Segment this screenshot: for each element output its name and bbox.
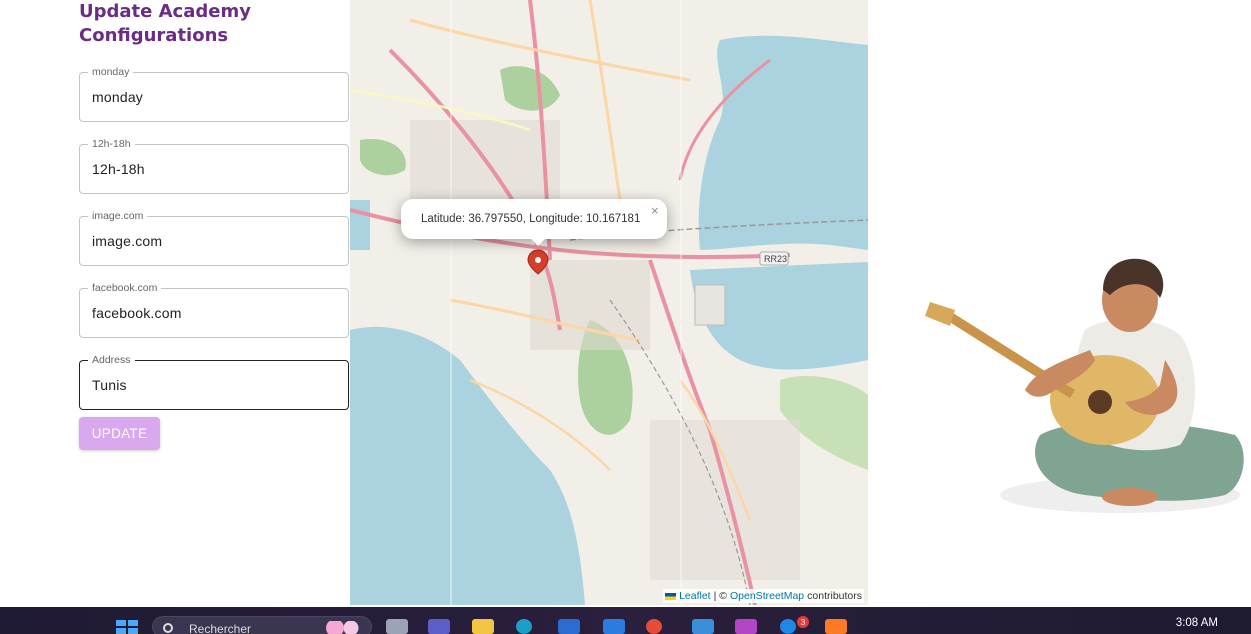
day-field-value: monday (92, 89, 144, 105)
map-attribution: Leaflet | © OpenStreetMap contributors (663, 589, 864, 603)
hours-field[interactable]: 12h-18h 12h-18h (79, 138, 349, 194)
image-field-value: image.com (92, 233, 163, 249)
config-form: Update Academy Configurations monday mon… (0, 0, 350, 607)
update-button[interactable]: UPDATE (79, 417, 160, 450)
map-tiles: RR23 (350, 0, 868, 605)
day-field[interactable]: monday monday (79, 66, 349, 122)
search-icon (163, 623, 173, 633)
attribution-suffix: contributors (807, 590, 862, 602)
coordinates-text: Latitude: 36.797550, Longitude: 10.16718… (421, 213, 641, 225)
close-icon[interactable]: × (651, 203, 659, 218)
windows-start-icon[interactable] (116, 620, 138, 634)
folder-icon[interactable] (472, 619, 494, 634)
address-field-value: Tunis (92, 377, 127, 393)
osm-link[interactable]: OpenStreetMap (730, 590, 804, 602)
clock[interactable]: 3:08 AM (1176, 617, 1218, 629)
road-badge: RR23 (764, 254, 787, 264)
page: Update Academy Configurations monday mon… (0, 0, 1251, 634)
attribution-separator: | © (713, 590, 727, 602)
leaflet-link[interactable]: Leaflet (679, 590, 711, 602)
hours-field-value: 12h-18h (92, 161, 145, 177)
chrome-icon[interactable] (646, 619, 662, 634)
popup-tip (528, 236, 548, 246)
skype-icon[interactable] (780, 619, 796, 634)
facebook-field-value: facebook.com (92, 305, 182, 321)
image-field-label: image.com (88, 210, 148, 222)
taskbar: Rechercher 3 3:08 AM (0, 607, 1251, 634)
mail-icon[interactable] (603, 619, 625, 634)
search-placeholder: Rechercher (189, 622, 252, 634)
map-popup: Latitude: 36.797550, Longitude: 10.16718… (401, 199, 667, 239)
facebook-field[interactable]: facebook.com facebook.com (79, 282, 349, 338)
ukraine-flag-icon (665, 592, 677, 600)
page-title: Update Academy Configurations (79, 1, 251, 46)
map[interactable]: RR23 Latitude: 36.797550, Longitude: 10.… (350, 0, 868, 605)
xampp-icon[interactable] (825, 619, 847, 634)
store-icon[interactable] (558, 619, 580, 634)
edge-icon[interactable] (516, 619, 532, 634)
address-field-label: Address (88, 354, 135, 366)
notification-badge: 3 (797, 616, 809, 628)
teams-icon[interactable] (428, 619, 450, 634)
app-icon[interactable] (692, 619, 714, 634)
guitar-player-illustration (925, 258, 1244, 513)
phpstorm-icon[interactable] (735, 619, 757, 634)
facebook-field-label: facebook.com (88, 282, 162, 294)
address-field[interactable]: Address Tunis (79, 354, 349, 410)
search-decoration-icon (323, 621, 363, 634)
file-explorer-icon[interactable] (386, 619, 408, 634)
hours-field-label: 12h-18h (88, 138, 135, 150)
day-field-label: monday (88, 66, 134, 78)
image-field[interactable]: image.com image.com (79, 210, 349, 266)
taskbar-search[interactable]: Rechercher (152, 616, 372, 634)
